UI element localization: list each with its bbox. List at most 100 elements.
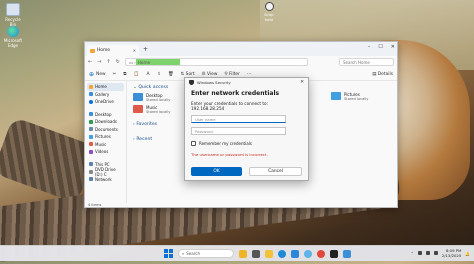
- cut-icon[interactable]: ✂: [113, 72, 117, 77]
- password-field[interactable]: Password: [191, 127, 286, 135]
- delete-icon[interactable]: 🗑: [168, 72, 174, 77]
- cancel-button[interactable]: Cancel: [249, 167, 302, 176]
- ok-button[interactable]: OK: [191, 167, 242, 176]
- sidebar-item-pictures[interactable]: Pictures: [87, 133, 124, 141]
- paste-icon[interactable]: 📋: [133, 72, 138, 77]
- home-icon: [90, 48, 95, 53]
- gallery-icon: [89, 92, 93, 97]
- dialog-titlebar: Windows Security ✕: [185, 78, 308, 87]
- dialog-prompt: Enter your credentials to connect to: 19…: [191, 101, 268, 111]
- notification-bell-icon[interactable]: 🔔: [465, 251, 470, 256]
- network-icon: [89, 177, 93, 182]
- dialog-heading: Enter network credentials: [191, 90, 280, 97]
- explorer-tab-home[interactable]: Home ✕: [87, 45, 139, 56]
- sort-button[interactable]: ⇅ Sort: [181, 72, 195, 77]
- copy-icon[interactable]: ⧉: [123, 71, 126, 77]
- sidebar-item-gallery[interactable]: Gallery: [87, 91, 124, 99]
- tab-label: Home: [97, 48, 110, 53]
- recycle-bin-icon: [6, 3, 20, 16]
- desktop-icon-edge[interactable]: Microsoft Edge: [2, 26, 24, 48]
- forward-arrow-icon[interactable]: →: [97, 59, 101, 65]
- maximize-button[interactable]: ☐: [378, 44, 382, 50]
- explorer-titlebar: Home ✕ + – ☐ ✕: [85, 42, 397, 56]
- edge-icon[interactable]: [278, 249, 286, 258]
- new-button[interactable]: ⊕ New: [89, 71, 106, 78]
- sidebar-item-downloads[interactable]: Downloads: [87, 118, 124, 126]
- remember-credentials-option[interactable]: Remember my credentials: [191, 141, 302, 146]
- close-icon[interactable]: ✕: [300, 80, 304, 85]
- taskbar: ⌕ Search ⌃ 8:09 PM 2/13/2025 🔔: [0, 245, 474, 261]
- share-icon[interactable]: ⇪: [157, 72, 161, 77]
- address-segment-home[interactable]: Home: [135, 59, 180, 65]
- settings-icon[interactable]: [343, 249, 351, 258]
- rename-icon[interactable]: Ａ: [146, 71, 150, 77]
- sidebar-item-dvd-drive[interactable]: DVD Drive (D:) C: [87, 167, 124, 177]
- copilot-icon[interactable]: [304, 249, 312, 258]
- minimize-button[interactable]: –: [368, 44, 371, 50]
- view-button[interactable]: ☰ View: [202, 72, 218, 77]
- monitor-icon: ▭ ›: [128, 59, 136, 65]
- details-button[interactable]: ▤ Details: [372, 72, 393, 77]
- username-field[interactable]: User name: [191, 115, 286, 123]
- picture-icon: [89, 134, 93, 139]
- quick-access-item-desktop[interactable]: Desktop Stored locally: [133, 93, 183, 102]
- computer-icon: [89, 162, 93, 167]
- network-icon[interactable]: [417, 251, 422, 255]
- search-box[interactable]: Search Home: [339, 58, 394, 66]
- folder-icon: [133, 93, 143, 101]
- store-icon[interactable]: [291, 249, 299, 258]
- up-arrow-icon[interactable]: ↑: [106, 59, 110, 65]
- shield-icon: [189, 80, 194, 85]
- desktop-icon-drop[interactable]: Drop here: [261, 2, 277, 22]
- sidebar-item-videos[interactable]: Videos: [87, 148, 124, 156]
- video-icon: [89, 149, 93, 154]
- home-icon: [89, 84, 93, 89]
- filter-button[interactable]: ⚲ Filter: [224, 72, 240, 77]
- task-view-icon[interactable]: [252, 249, 260, 258]
- close-tab-icon[interactable]: ✕: [133, 48, 136, 53]
- sidebar-item-music[interactable]: Music: [87, 141, 124, 149]
- battery-icon[interactable]: [433, 251, 438, 255]
- start-button[interactable]: [164, 249, 173, 258]
- search-icon: ⌕: [182, 251, 185, 256]
- terminal-icon[interactable]: [330, 249, 338, 258]
- file-explorer-icon[interactable]: [265, 249, 273, 258]
- quick-access-item-music[interactable]: Music Stored locally: [133, 105, 183, 114]
- back-arrow-icon[interactable]: ←: [88, 59, 92, 65]
- desktop-icon-label: Microsoft Edge: [3, 38, 23, 48]
- sidebar-item-home[interactable]: Home: [87, 83, 124, 91]
- disc-icon: [89, 169, 93, 174]
- cloud-icon: [89, 99, 93, 104]
- widgets-icon[interactable]: [239, 249, 247, 258]
- chrome-icon[interactable]: [317, 249, 325, 258]
- taskbar-apps: ⌕ Search: [164, 249, 351, 258]
- dialog-title: Windows Security: [197, 80, 231, 85]
- edge-icon: [7, 26, 19, 37]
- sidebar-item-onedrive[interactable]: OneDrive: [87, 98, 124, 106]
- desktop-icon-recycle-bin[interactable]: Recycle Bin: [2, 3, 24, 27]
- new-tab-button[interactable]: +: [143, 46, 148, 53]
- chevron-up-icon[interactable]: ⌃: [411, 251, 414, 256]
- credentials-dialog: Windows Security ✕ Enter network credent…: [184, 77, 309, 181]
- close-window-button[interactable]: ✕: [391, 44, 395, 50]
- quick-access-item-pictures[interactable]: Pictures Stored locally: [331, 92, 381, 101]
- clock[interactable]: 8:09 PM 2/13/2025: [442, 248, 461, 258]
- explorer-navbar: ← → ↑ ↻ ▭ › Home Search Home: [85, 56, 397, 68]
- sidebar-item-desktop[interactable]: Desktop: [87, 111, 124, 119]
- folder-icon: [133, 105, 143, 113]
- more-options-icon[interactable]: ⋯: [247, 72, 251, 77]
- remember-checkbox[interactable]: [191, 141, 196, 146]
- volume-icon[interactable]: [425, 251, 430, 255]
- wallpaper-branch: [0, 116, 98, 204]
- sidebar-item-documents[interactable]: Documents: [87, 126, 124, 134]
- music-icon: [89, 142, 93, 147]
- folder-icon: [331, 92, 341, 100]
- taskbar-search[interactable]: ⌕ Search: [178, 249, 234, 258]
- address-bar[interactable]: ▭ › Home: [124, 58, 308, 66]
- refresh-icon[interactable]: ↻: [116, 59, 120, 65]
- drop-target-icon: [264, 2, 274, 11]
- error-message: The username or password is incorrect.: [191, 152, 268, 157]
- window-controls: – ☐ ✕: [368, 44, 395, 50]
- desktop-icon-label: Drop here: [264, 12, 274, 22]
- document-icon: [89, 127, 93, 132]
